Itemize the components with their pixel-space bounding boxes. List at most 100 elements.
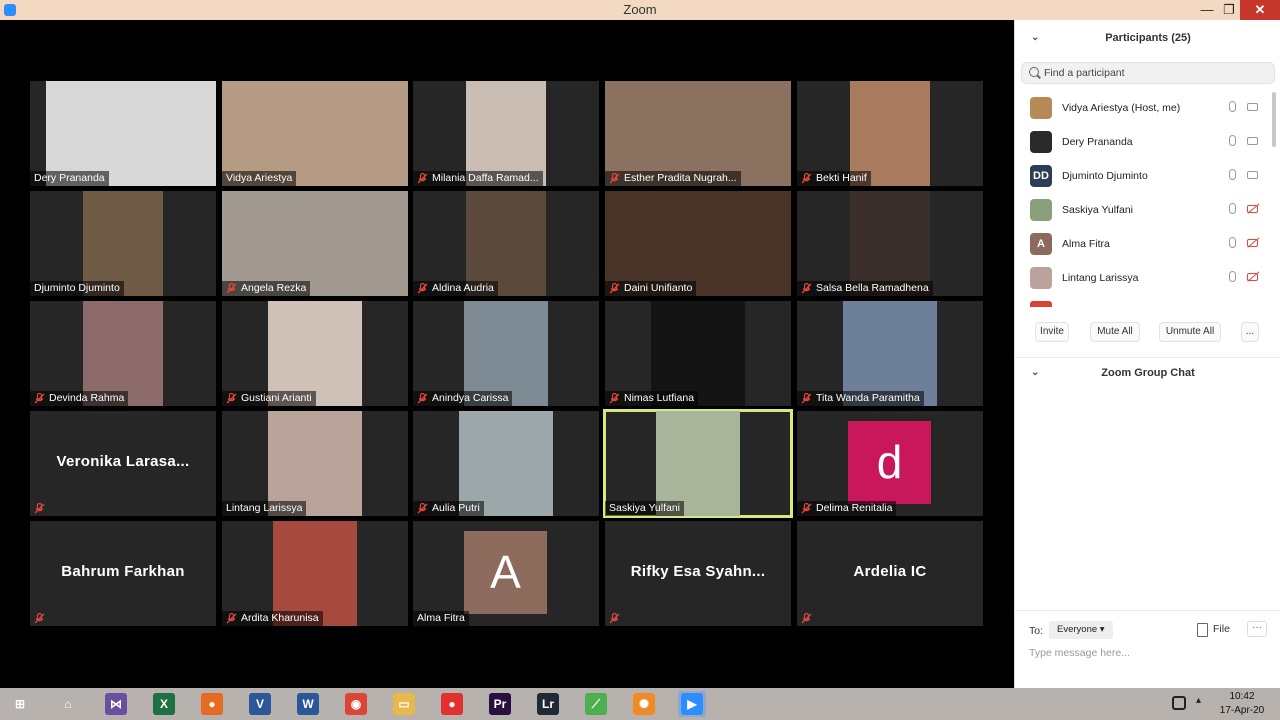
- microphone-icon[interactable]: [1229, 169, 1236, 180]
- video-camera-icon[interactable]: [1247, 239, 1258, 247]
- taskbar-chrome-button[interactable]: ◉: [342, 691, 370, 717]
- mute-all-button[interactable]: Mute All: [1090, 322, 1140, 342]
- video-camera-icon[interactable]: [1247, 137, 1258, 145]
- microphone-icon[interactable]: [1229, 101, 1236, 112]
- muted-mic-icon: [609, 613, 620, 624]
- participant-list-scrollbar[interactable]: [1272, 92, 1276, 147]
- participant-row[interactable]: Lintang Larissya: [1015, 262, 1273, 296]
- taskbar-start-button[interactable]: ⊞: [6, 691, 34, 717]
- video-tile[interactable]: Angela Rezka: [222, 191, 408, 296]
- video-camera-icon[interactable]: [1247, 171, 1258, 179]
- video-tile[interactable]: Esther Pradita Nugrah...: [605, 81, 791, 186]
- video-tile[interactable]: d Delima Renitalia: [797, 411, 983, 516]
- video-tile[interactable]: Djuminto Djuminto: [30, 191, 216, 296]
- video-tile[interactable]: Milania Daffa Ramad...: [413, 81, 599, 186]
- video-tile[interactable]: Ardelia IC: [797, 521, 983, 626]
- visio-icon: V: [249, 693, 271, 715]
- participant-name: Esther Pradita Nugrah...: [605, 171, 741, 186]
- muted-mic-icon: [609, 393, 620, 404]
- taskbar-visual-studio-button[interactable]: ⋈: [102, 691, 130, 717]
- taskbar-app-green-button[interactable]: ⟋: [582, 691, 610, 717]
- taskbar: ⊞ ⌂ ⋈ X ● V W ◉ ▭ ● Pr Lr ⟋ ✺ ▶ ▴ 10:42 17-Apr-20: [0, 688, 1280, 720]
- taskbar-visio-button[interactable]: V: [246, 691, 274, 717]
- taskbar-word-button[interactable]: W: [294, 691, 322, 717]
- muted-mic-icon: [34, 503, 45, 514]
- video-tile[interactable]: Lintang Larissya: [222, 411, 408, 516]
- unmute-all-button[interactable]: Unmute All: [1159, 322, 1221, 342]
- taskbar-premiere-button[interactable]: Pr: [486, 691, 514, 717]
- tray-expand-icon[interactable]: ▴: [1196, 695, 1201, 706]
- message-input[interactable]: Type message here...: [1029, 647, 1130, 659]
- video-tile[interactable]: Tita Wanda Paramitha: [797, 301, 983, 406]
- recipient-dropdown[interactable]: Everyone ▾: [1049, 621, 1113, 639]
- video-tile[interactable]: Anindya Carissa: [413, 301, 599, 406]
- maximize-button[interactable]: ❐: [1215, 0, 1243, 20]
- video-tile[interactable]: Gustiani Arianti: [222, 301, 408, 406]
- participant-avatar: A: [464, 531, 547, 614]
- microphone-icon[interactable]: [1229, 237, 1236, 248]
- clock[interactable]: 10:42 17-Apr-20: [1210, 690, 1274, 718]
- taskbar-zoom-button[interactable]: ▶: [678, 691, 706, 717]
- video-tile[interactable]: Bahrum Farkhan: [30, 521, 216, 626]
- participant-name: Salsa Bella Ramadhena: [797, 281, 933, 296]
- participant-avatar: DD: [1030, 165, 1052, 187]
- search-input[interactable]: Find a participant: [1021, 62, 1275, 84]
- participant-row[interactable]: Saskiya Yulfani: [1015, 194, 1273, 228]
- video-tile[interactable]: Daini Unifianto: [605, 191, 791, 296]
- taskbar-excel-button[interactable]: X: [150, 691, 178, 717]
- participant-name: Alma Fitra: [1062, 238, 1110, 250]
- participant-display-name: Veronika Larasa...: [56, 453, 190, 470]
- video-camera-icon[interactable]: [1247, 103, 1258, 111]
- taskbar-app-red-button[interactable]: ●: [438, 691, 466, 717]
- video-camera-icon[interactable]: [1247, 205, 1258, 213]
- chrome-icon: ◉: [345, 693, 367, 715]
- taskbar-lightroom-button[interactable]: Lr: [534, 691, 562, 717]
- app-red-icon: ●: [441, 693, 463, 715]
- zoom-icon: ▶: [681, 693, 703, 715]
- chat-more-button[interactable]: ···: [1247, 621, 1267, 637]
- microphone-icon[interactable]: [1229, 271, 1236, 282]
- participant-row[interactable]: DD Djuminto Djuminto: [1015, 160, 1273, 194]
- participant-display-name: Rifky Esa Syahn...: [630, 563, 766, 580]
- taskbar-home-button[interactable]: ⌂: [54, 691, 82, 717]
- video-tile[interactable]: Ardita Kharunisa: [222, 521, 408, 626]
- video-tile[interactable]: Salsa Bella Ramadhena: [797, 191, 983, 296]
- video-tile[interactable]: Rifky Esa Syahn...: [605, 521, 791, 626]
- video-tile[interactable]: Nimas Lutfiana: [605, 301, 791, 406]
- video-camera-icon[interactable]: [1247, 273, 1258, 281]
- video-tile[interactable]: Dery Prananda: [30, 81, 216, 186]
- chevron-down-icon[interactable]: ⌄: [1031, 358, 1039, 388]
- participant-row[interactable]: Vidya Ariestya (Host, me): [1015, 92, 1273, 126]
- taskbar-app-orange-button[interactable]: ✺: [630, 691, 658, 717]
- side-panel: ⌄ Participants (25) Find a participant V…: [1014, 20, 1280, 688]
- close-button[interactable]: ✕: [1240, 0, 1280, 20]
- premiere-icon: Pr: [489, 693, 511, 715]
- invite-button[interactable]: Invite: [1035, 322, 1069, 342]
- muted-mic-icon: [801, 283, 812, 294]
- participant-name: Djuminto Djuminto: [1062, 170, 1148, 182]
- video-tile[interactable]: Bekti Hanif: [797, 81, 983, 186]
- video-tile[interactable]: Veronika Larasa...: [30, 411, 216, 516]
- file-button[interactable]: File: [1197, 623, 1230, 637]
- video-tile[interactable]: Aldina Audria: [413, 191, 599, 296]
- participant-row[interactable]: Dery Prananda: [1015, 126, 1273, 160]
- video-tile[interactable]: Saskiya Yulfani: [603, 409, 793, 518]
- taskbar-firefox-button[interactable]: ●: [198, 691, 226, 717]
- video-tile[interactable]: A Alma Fitra: [413, 521, 599, 626]
- video-tile[interactable]: Vidya Ariestya: [222, 81, 408, 186]
- participant-avatar: [1030, 199, 1052, 221]
- microphone-icon[interactable]: [1229, 203, 1236, 214]
- video-tile[interactable]: Devinda Rahma: [30, 301, 216, 406]
- microphone-icon[interactable]: [1229, 135, 1236, 146]
- participant-row[interactable]: A Alma Fitra: [1015, 228, 1273, 262]
- app-orange-icon: ✺: [633, 693, 655, 715]
- video-tile[interactable]: Aulia Putri: [413, 411, 599, 516]
- search-icon: [1029, 67, 1039, 77]
- participant-name: Milania Daffa Ramad...: [413, 171, 543, 186]
- excel-icon: X: [153, 693, 175, 715]
- camera-tray-icon[interactable]: [1172, 696, 1186, 710]
- participant-avatar: A: [1030, 233, 1052, 255]
- chevron-down-icon[interactable]: ⌄: [1031, 23, 1039, 53]
- more-options-button[interactable]: ...: [1241, 322, 1259, 342]
- taskbar-file-explorer-button[interactable]: ▭: [390, 691, 418, 717]
